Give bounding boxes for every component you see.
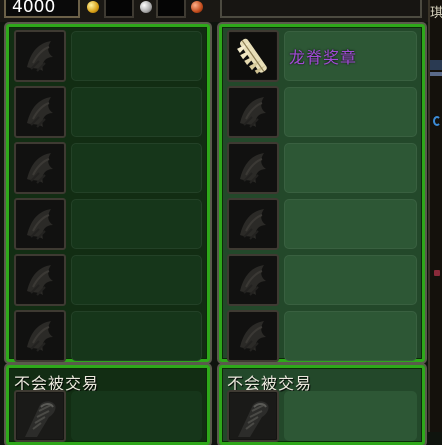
inventory-row[interactable]: [14, 142, 204, 194]
item-info: [71, 311, 202, 361]
silver-coin-icon: [140, 1, 152, 13]
item-slot[interactable]: [227, 198, 279, 250]
dragon-spine-medal-icon: [230, 33, 276, 79]
item-slot[interactable]: [14, 30, 66, 82]
currency-slot: [156, 0, 186, 18]
item-info: [284, 199, 417, 249]
item-slot[interactable]: [14, 310, 66, 362]
untradable-panel-left: 不会被交易: [6, 365, 210, 445]
item-slot[interactable]: [14, 86, 66, 138]
item-slot[interactable]: [14, 390, 66, 442]
side-strip-marker: [434, 270, 440, 276]
item-info: [71, 199, 202, 249]
item-info: [284, 255, 417, 305]
item-slot[interactable]: [14, 142, 66, 194]
top-right-field: [220, 0, 422, 18]
item-info: [284, 391, 417, 441]
untradable-panel-right: 不会被交易: [219, 365, 425, 445]
gold-amount: 4000: [4, 0, 80, 18]
currency-bar: 4000: [0, 0, 442, 22]
bracer-icon: [230, 393, 276, 439]
item-slot[interactable]: [227, 86, 279, 138]
refresh-icon[interactable]: [433, 116, 441, 126]
item-slot[interactable]: [227, 142, 279, 194]
currency-slot: [104, 0, 134, 18]
inventory-row[interactable]: 龙脊奖章: [227, 30, 419, 82]
side-strip-bar: [430, 72, 442, 76]
item-slot[interactable]: [227, 254, 279, 306]
side-strip-text: 琪: [430, 6, 442, 21]
item-slot[interactable]: [227, 30, 279, 82]
inventory-row[interactable]: [227, 310, 419, 362]
right-inventory-panel: 龙脊奖章: [219, 24, 425, 362]
item-info: [71, 255, 202, 305]
item-slot[interactable]: [14, 254, 66, 306]
item-info: [71, 391, 202, 441]
item-slot[interactable]: [227, 390, 279, 442]
item-name: 龙脊奖章: [289, 48, 358, 67]
inventory-row[interactable]: [227, 86, 419, 138]
inventory-row[interactable]: [227, 142, 419, 194]
inventory-row[interactable]: [14, 30, 204, 82]
left-inventory-panel: [6, 24, 210, 362]
inventory-row[interactable]: [227, 254, 419, 306]
item-info: [284, 87, 417, 137]
copper-coin-icon: [191, 1, 203, 13]
item-info: [284, 143, 417, 193]
inventory-row[interactable]: [14, 310, 204, 362]
inventory-row[interactable]: [14, 198, 204, 250]
item-slot[interactable]: [227, 310, 279, 362]
item-info: [71, 143, 202, 193]
item-info: [71, 87, 202, 137]
side-strip-bar: [430, 60, 442, 70]
item-info: [284, 311, 417, 361]
inventory-row[interactable]: [14, 254, 204, 306]
gold-coin-icon: [87, 1, 99, 13]
item-slot[interactable]: [14, 198, 66, 250]
inventory-row[interactable]: [227, 198, 419, 250]
item-info: [71, 31, 202, 81]
bracer-icon: [17, 393, 63, 439]
inventory-row[interactable]: [14, 86, 204, 138]
